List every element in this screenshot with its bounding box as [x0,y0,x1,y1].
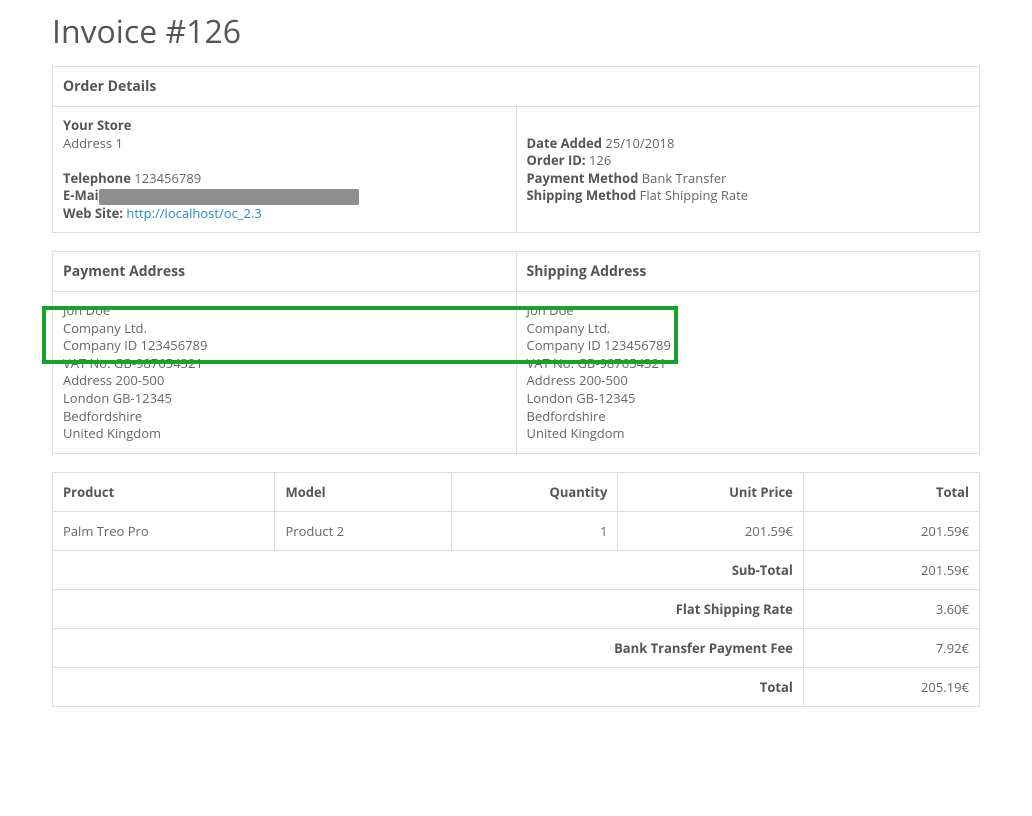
page-title: Invoice #126 [52,10,980,53]
addr-line: London GB-12345 [63,390,506,408]
cell-product: Palm Treo Pro [53,511,275,550]
total-label: Bank Transfer Payment Fee [53,628,804,667]
addr-line: VAT No. GB-987654321 [527,355,970,373]
shipping-address-cell: Jon Doe Company Ltd. Company ID 12345678… [516,292,980,453]
order-info-cell: Date Added 25/10/2018 Order ID: 126 Paym… [516,107,980,233]
cell-quantity: 1 [451,511,618,550]
address-table: Payment Address Shipping Address Jon Doe… [52,251,980,453]
addr-line: Jon Doe [527,302,970,320]
col-product-header: Product [53,472,275,511]
col-total-header: Total [803,472,979,511]
date-added-label: Date Added [527,134,603,152]
addr-line: VAT No. GB-987654321 [63,355,506,373]
addr-line: London GB-12345 [527,390,970,408]
total-value: 3.60€ [803,589,979,628]
table-row: Palm Treo ProProduct 21201.59€201.59€ [53,511,980,550]
payment-address-header: Payment Address [53,252,517,292]
order-id-label: Order ID: [527,151,586,169]
payment-address-cell: Jon Doe Company Ltd. Company ID 12345678… [53,292,517,453]
col-quantity-header: Quantity [451,472,618,511]
col-model-header: Model [275,472,451,511]
addr-line: Company Ltd. [527,320,970,338]
total-value: 205.19€ [803,667,979,706]
order-details-header: Order Details [53,67,980,107]
addr-line: United Kingdom [63,425,506,443]
addr-line: Company ID 123456789 [63,337,506,355]
total-row: Total205.19€ [53,667,980,706]
payment-method-label: Payment Method [527,169,639,187]
total-label: Sub-Total [53,550,804,589]
addr-line: Address 200-500 [63,372,506,390]
addr-line: Jon Doe [63,302,506,320]
addr-line: Bedfordshire [527,408,970,426]
order-id-value: 126 [589,151,611,169]
order-details-table: Order Details Your Store Address 1 Telep… [52,66,980,233]
addr-line: Address 200-500 [527,372,970,390]
addr-line: Bedfordshire [63,408,506,426]
total-row: Bank Transfer Payment Fee7.92€ [53,628,980,667]
total-label: Flat Shipping Rate [53,589,804,628]
col-unitprice-header: Unit Price [618,472,803,511]
email-redacted [99,189,359,205]
addr-line: United Kingdom [527,425,970,443]
shipping-method-value: Flat Shipping Rate [640,186,748,204]
store-address: Address 1 [63,135,506,153]
date-added-value: 25/10/2018 [605,134,674,152]
shipping-method-label: Shipping Method [527,186,637,204]
website-label: Web Site: [63,204,123,222]
total-row: Flat Shipping Rate3.60€ [53,589,980,628]
payment-method-value: Bank Transfer [642,169,727,187]
website-link[interactable]: http://localhost/oc_2.3 [126,204,261,222]
store-info-cell: Your Store Address 1 Telephone 123456789… [53,107,517,233]
email-label: E-Mai [63,186,99,204]
store-name-label: Your Store [63,116,131,134]
telephone-value: 123456789 [134,169,201,187]
addr-line: Company Ltd. [63,320,506,338]
total-value: 201.59€ [803,550,979,589]
cell-model: Product 2 [275,511,451,550]
cell-unitprice: 201.59€ [618,511,803,550]
total-label: Total [53,667,804,706]
telephone-label: Telephone [63,169,131,187]
cell-total: 201.59€ [803,511,979,550]
total-row: Sub-Total201.59€ [53,550,980,589]
shipping-address-header: Shipping Address [516,252,980,292]
total-value: 7.92€ [803,628,979,667]
addr-line: Company ID 123456789 [527,337,970,355]
items-table: Product Model Quantity Unit Price Total … [52,472,980,707]
